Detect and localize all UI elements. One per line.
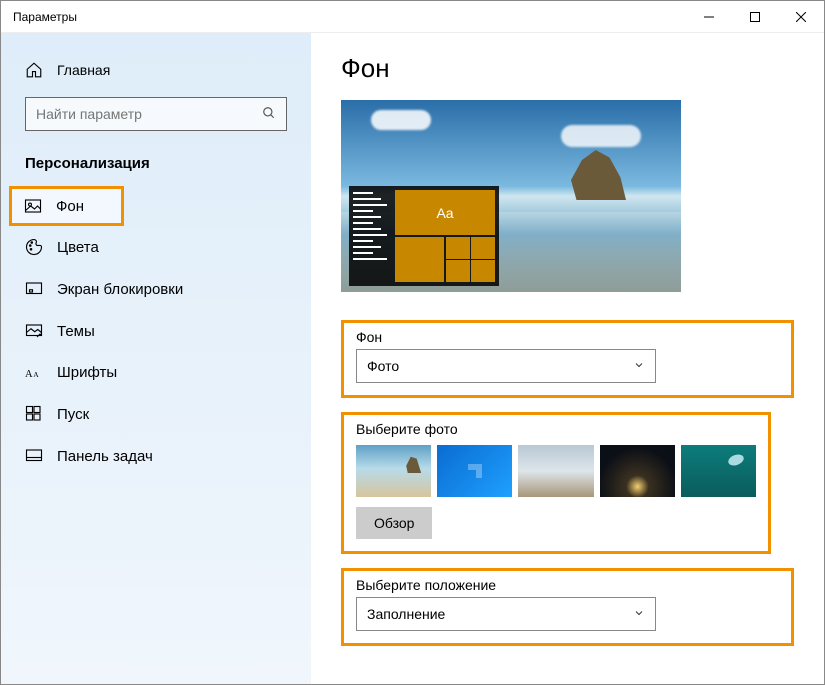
browse-button[interactable]: Обзор (356, 507, 432, 539)
lockscreen-icon (25, 280, 43, 298)
palette-icon (25, 238, 43, 256)
choose-photo-label: Выберите фото (356, 421, 756, 437)
sidebar-item-label: Темы (57, 323, 95, 340)
title-bar: Параметры (1, 1, 824, 33)
start-menu-mock: Aa (349, 186, 499, 286)
sidebar-item-label: Панель задач (57, 448, 153, 465)
wallpaper-preview: Aa (341, 100, 681, 292)
taskbar-icon (25, 447, 43, 465)
minimize-button[interactable] (686, 1, 732, 33)
sidebar-item-label: Пуск (57, 406, 89, 423)
background-type-dropdown[interactable]: Фото (356, 349, 656, 383)
position-dropdown[interactable]: Заполнение (356, 597, 656, 631)
sidebar-item-colors[interactable]: Цвета (1, 226, 311, 268)
sidebar-item-label: Фон (56, 198, 84, 215)
sidebar: Главная Персонализация Фон Цвета Э (1, 33, 311, 684)
category-title: Персонализация (1, 151, 311, 186)
position-section: Выберите положение Заполнение (341, 568, 794, 646)
close-button[interactable] (778, 1, 824, 33)
wallpaper-thumb[interactable] (518, 445, 593, 497)
sidebar-item-lockscreen[interactable]: Экран блокировки (1, 268, 311, 310)
fonts-icon: AA (25, 366, 43, 380)
svg-text:A: A (25, 368, 33, 379)
search-icon (262, 106, 276, 123)
home-link[interactable]: Главная (1, 53, 311, 97)
window-title: Параметры (1, 10, 686, 24)
background-type-label: Фон (356, 329, 779, 345)
sample-text-tile: Aa (395, 190, 495, 235)
svg-text:A: A (33, 369, 39, 378)
start-icon (25, 405, 43, 423)
chevron-down-icon (633, 606, 645, 622)
dropdown-value: Фото (367, 358, 399, 374)
themes-icon (25, 322, 43, 340)
sidebar-item-label: Цвета (57, 239, 99, 256)
page-title: Фон (341, 53, 794, 84)
wallpaper-thumb[interactable] (437, 445, 512, 497)
sidebar-item-label: Экран блокировки (57, 281, 183, 298)
sidebar-item-fonts[interactable]: AA Шрифты (1, 352, 311, 393)
sidebar-item-themes[interactable]: Темы (1, 310, 311, 352)
main-content: Фон Aa Фон (311, 33, 824, 684)
maximize-button[interactable] (732, 1, 778, 33)
sidebar-item-label: Шрифты (57, 364, 117, 381)
wallpaper-thumb[interactable] (681, 445, 756, 497)
chevron-down-icon (633, 358, 645, 374)
sidebar-item-start[interactable]: Пуск (1, 393, 311, 435)
wallpaper-thumb[interactable] (356, 445, 431, 497)
dropdown-value: Заполнение (367, 606, 445, 622)
background-type-section: Фон Фото (341, 320, 794, 398)
sidebar-item-taskbar[interactable]: Панель задач (1, 435, 311, 477)
home-icon (25, 61, 43, 79)
wallpaper-thumb[interactable] (600, 445, 675, 497)
search-input[interactable] (36, 106, 262, 122)
sidebar-item-background[interactable]: Фон (9, 186, 124, 226)
choose-photo-section: Выберите фото Обзор (341, 412, 771, 554)
position-label: Выберите положение (356, 577, 779, 593)
home-label: Главная (57, 62, 110, 78)
picture-icon (24, 197, 42, 215)
search-box[interactable] (25, 97, 287, 131)
